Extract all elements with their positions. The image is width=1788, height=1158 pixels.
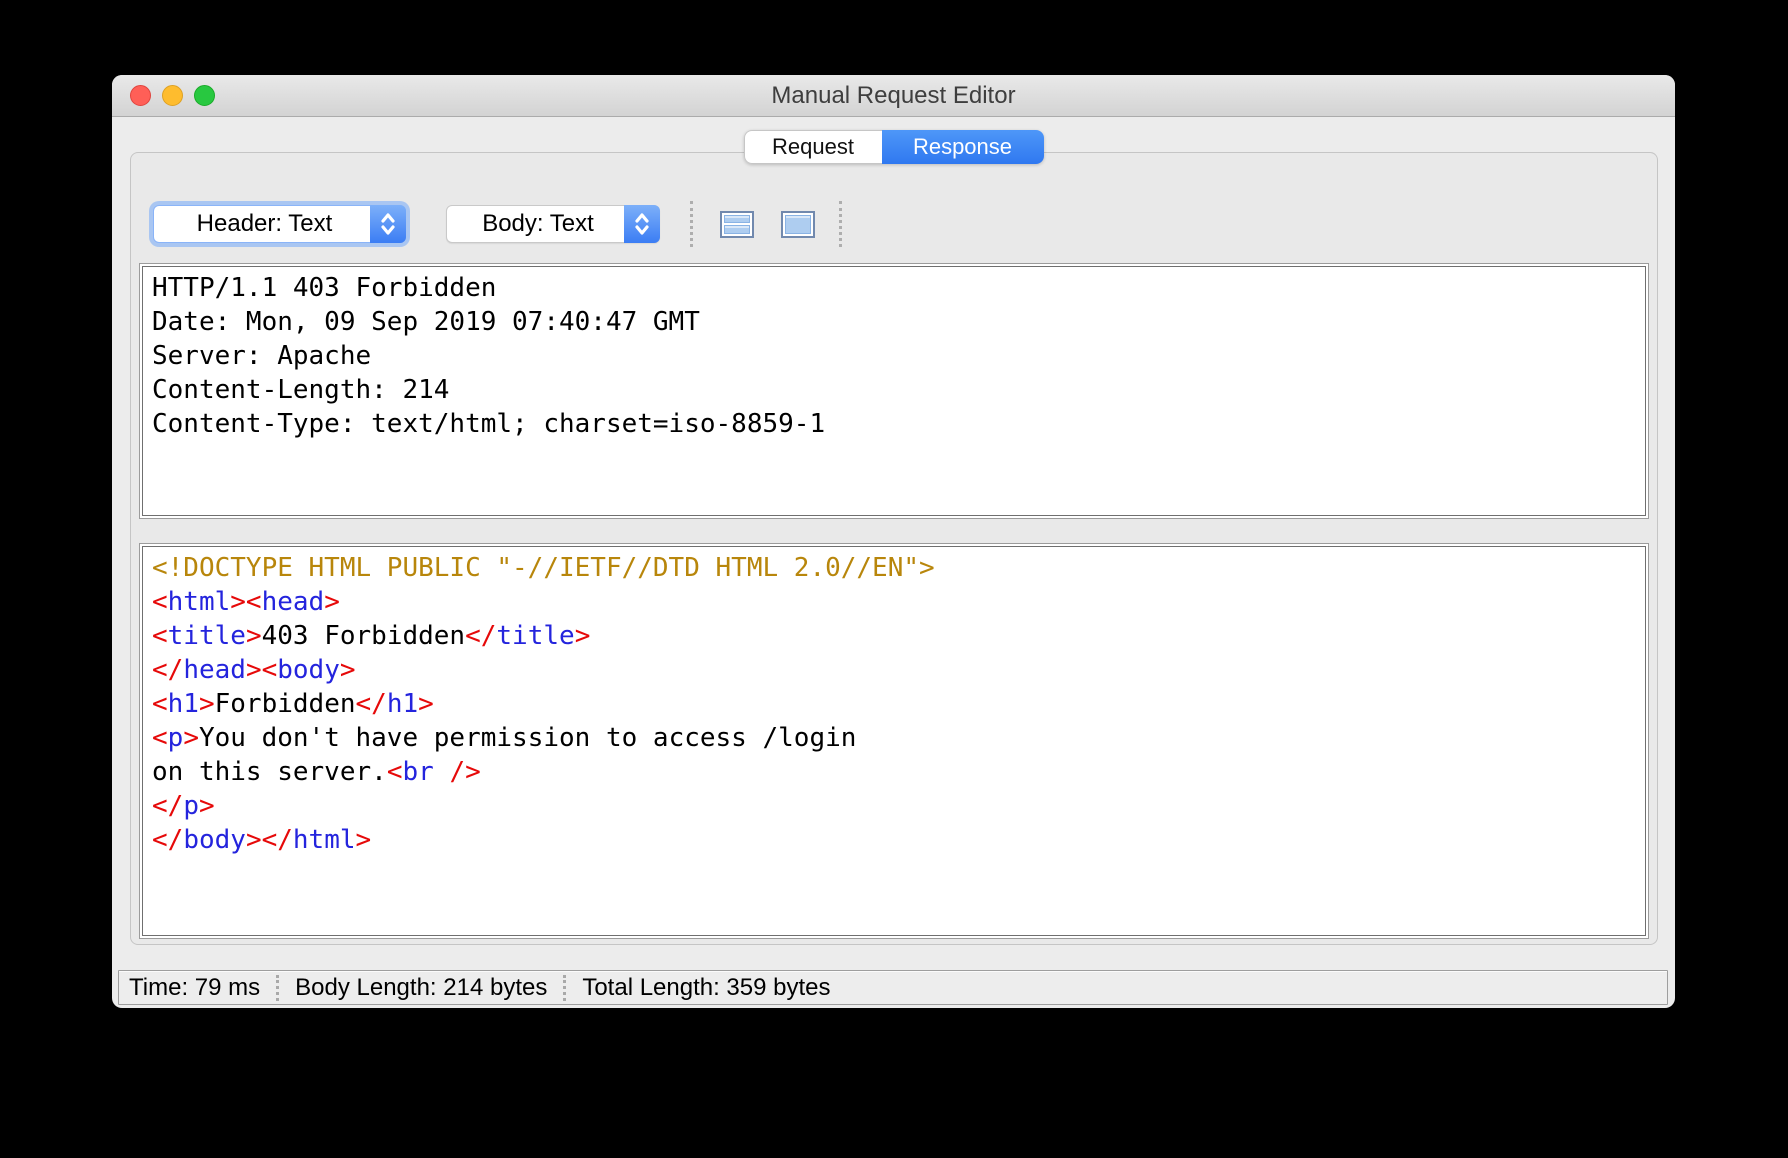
status-separator	[276, 975, 279, 1001]
toolbar-separator	[839, 201, 842, 247]
chevron-up-down-icon	[370, 205, 406, 243]
tab-request[interactable]: Request	[744, 130, 882, 164]
header-line: Server: Apache	[152, 339, 1648, 373]
single-pane-view-button[interactable]	[781, 211, 815, 238]
body-line: <h1>Forbidden</h1>	[152, 687, 1648, 721]
header-line: Date: Mon, 09 Sep 2019 07:40:47 GMT	[152, 305, 1648, 339]
header-view-select-value: Header: Text	[154, 206, 371, 242]
response-header-editor[interactable]: HTTP/1.1 403 ForbiddenDate: Mon, 09 Sep …	[139, 263, 1649, 519]
body-line: <!DOCTYPE HTML PUBLIC "-//IETF//DTD HTML…	[152, 551, 1648, 585]
split-pane-view-button[interactable]	[720, 211, 754, 238]
response-panel: Header: Text Body: Text	[130, 152, 1658, 945]
chevron-up-down-icon	[624, 205, 660, 243]
body-line: <html><head>	[152, 585, 1648, 619]
body-view-select[interactable]: Body: Text	[446, 205, 660, 243]
window-title: Manual Request Editor	[112, 75, 1675, 117]
body-view-select-value: Body: Text	[447, 206, 625, 242]
status-separator	[563, 975, 566, 1001]
toolbar-separator	[690, 201, 693, 247]
header-line: HTTP/1.1 403 Forbidden	[152, 271, 1648, 305]
body-line: </head><body>	[152, 653, 1648, 687]
header-line: Content-Length: 214	[152, 373, 1648, 407]
status-bar: Time: 79 ms Body Length: 214 bytes Total L…	[118, 970, 1668, 1005]
response-body-editor[interactable]: <!DOCTYPE HTML PUBLIC "-//IETF//DTD HTML…	[139, 543, 1649, 939]
body-line: </body></html>	[152, 823, 1648, 857]
split-pane-icon	[724, 215, 750, 224]
tab-response[interactable]: Response	[882, 130, 1044, 164]
screen-background: Manual Request Editor Request Response H…	[0, 0, 1788, 1158]
title-bar[interactable]: Manual Request Editor	[112, 75, 1675, 117]
view-toolbar: Header: Text Body: Text	[153, 201, 1647, 247]
split-pane-icon	[724, 225, 750, 234]
single-pane-icon	[785, 215, 811, 234]
manual-request-editor-window: Manual Request Editor Request Response H…	[112, 75, 1675, 1008]
request-response-tabs: Request Response	[744, 130, 1044, 164]
body-line: </p>	[152, 789, 1648, 823]
header-view-select[interactable]: Header: Text	[153, 205, 406, 243]
status-item: Total Length: 359 bytes	[582, 974, 830, 1002]
header-line: Content-Type: text/html; charset=iso-885…	[152, 407, 1648, 441]
status-item: Time: 79 ms	[129, 974, 260, 1002]
body-line: on this server.<br />	[152, 755, 1648, 789]
body-line: <title>403 Forbidden</title>	[152, 619, 1648, 653]
body-line: <p>You don't have permission to access /…	[152, 721, 1648, 755]
status-item: Body Length: 214 bytes	[295, 974, 547, 1002]
